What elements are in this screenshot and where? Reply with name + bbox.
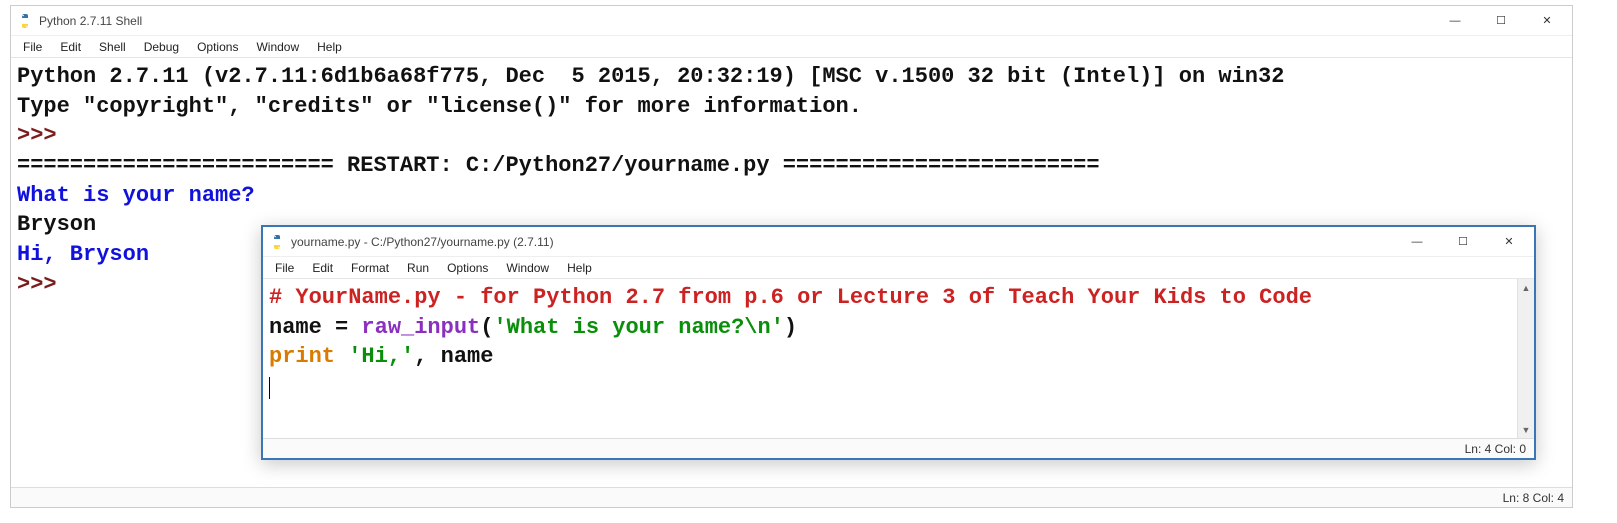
menu-file[interactable]: File: [15, 38, 50, 56]
editor-source[interactable]: # YourName.py - for Python 2.7 from p.6 …: [263, 279, 1534, 406]
text-cursor: [269, 377, 270, 399]
minimize-button[interactable]: —: [1394, 228, 1440, 256]
editor-title: yourname.py - C:/Python27/yourname.py (2…: [291, 235, 554, 249]
menu-help[interactable]: Help: [559, 259, 600, 277]
close-button[interactable]: ✕: [1524, 7, 1570, 35]
menu-options[interactable]: Options: [439, 259, 496, 277]
maximize-button[interactable]: ☐: [1440, 228, 1486, 256]
menu-edit[interactable]: Edit: [52, 38, 89, 56]
code-assign: name =: [269, 315, 361, 340]
shell-title: Python 2.7.11 Shell: [39, 14, 142, 28]
code-identifier: , name: [414, 344, 493, 369]
maximize-button[interactable]: ☐: [1478, 7, 1524, 35]
editor-content[interactable]: # YourName.py - for Python 2.7 from p.6 …: [263, 279, 1534, 438]
cursor-position: Ln: 4 Col: 0: [1465, 442, 1526, 456]
banner-line: Python 2.7.11 (v2.7.11:6d1b6a68f775, Dec…: [17, 64, 1284, 89]
program-output: What is your name?: [17, 183, 255, 208]
code-paren: ): [784, 315, 797, 340]
menu-options[interactable]: Options: [189, 38, 246, 56]
vertical-scrollbar[interactable]: ▲ ▼: [1517, 279, 1534, 438]
shell-titlebar[interactable]: Python 2.7.11 Shell — ☐ ✕: [11, 6, 1572, 36]
menu-run[interactable]: Run: [399, 259, 437, 277]
prompt: >>>: [17, 272, 70, 297]
scroll-up-icon[interactable]: ▲: [1518, 279, 1534, 296]
editor-titlebar[interactable]: yourname.py - C:/Python27/yourname.py (2…: [263, 227, 1534, 257]
minimize-button[interactable]: —: [1432, 7, 1478, 35]
code-string: 'Hi,': [348, 344, 414, 369]
shell-statusbar: Ln: 8 Col: 4: [11, 487, 1572, 507]
editor-menubar: File Edit Format Run Options Window Help: [263, 257, 1534, 279]
menu-shell[interactable]: Shell: [91, 38, 134, 56]
close-button[interactable]: ✕: [1486, 228, 1532, 256]
program-output: Hi, Bryson: [17, 242, 149, 267]
shell-window-controls: — ☐ ✕: [1432, 7, 1570, 35]
banner-line: Type "copyright", "credits" or "license(…: [17, 94, 862, 119]
menu-help[interactable]: Help: [309, 38, 350, 56]
menu-edit[interactable]: Edit: [304, 259, 341, 277]
code-comment: # YourName.py - for Python 2.7 from p.6 …: [269, 285, 1312, 310]
scroll-down-icon[interactable]: ▼: [1518, 421, 1534, 438]
cursor-position: Ln: 8 Col: 4: [1503, 491, 1564, 505]
code-string: 'What is your name?\n': [493, 315, 783, 340]
restart-line: ======================== RESTART: C:/Pyt…: [17, 153, 1100, 178]
shell-menubar: File Edit Shell Debug Options Window Hel…: [11, 36, 1572, 58]
menu-debug[interactable]: Debug: [136, 38, 187, 56]
editor-statusbar: Ln: 4 Col: 0: [263, 438, 1534, 458]
prompt: >>>: [17, 123, 70, 148]
menu-format[interactable]: Format: [343, 259, 397, 277]
editor-window: yourname.py - C:/Python27/yourname.py (2…: [261, 225, 1536, 460]
code-builtin: raw_input: [361, 315, 480, 340]
code-paren: (: [480, 315, 493, 340]
python-icon: [269, 234, 285, 250]
python-icon: [17, 13, 33, 29]
menu-file[interactable]: File: [267, 259, 302, 277]
editor-window-controls: — ☐ ✕: [1394, 228, 1532, 256]
code-keyword: print: [269, 344, 335, 369]
menu-window[interactable]: Window: [248, 38, 307, 56]
user-input: Bryson: [17, 212, 96, 237]
menu-window[interactable]: Window: [498, 259, 557, 277]
